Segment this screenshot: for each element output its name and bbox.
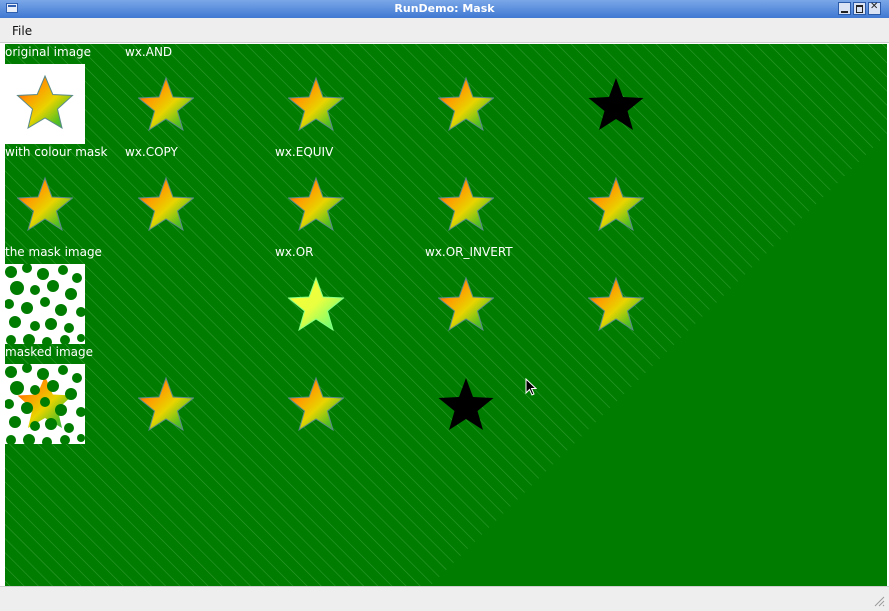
status-bar: [0, 586, 889, 611]
label-wx-and: wx.AND: [125, 45, 173, 59]
drawing-canvas: original image wx.AND with colour mask w…: [5, 44, 887, 586]
star-icon: [438, 378, 494, 430]
star-icon: [288, 176, 344, 232]
label-with-colour-mask: with colour mask: [5, 145, 108, 159]
menu-bar: File: [0, 18, 889, 43]
star-icon: [438, 176, 494, 232]
label-mask-image: the mask image: [5, 245, 102, 259]
star-icon: [588, 276, 644, 332]
label-wx-copy: wx.COPY: [125, 145, 178, 159]
mask-image: [5, 264, 85, 344]
maximize-button[interactable]: [853, 2, 866, 15]
mouse-cursor-icon: [525, 378, 537, 396]
resize-grip-icon[interactable]: [873, 595, 885, 607]
star-icon: [138, 176, 194, 232]
window-title: RunDemo: Mask: [394, 2, 495, 15]
label-masked-image: masked image: [5, 345, 94, 359]
title-bar: RunDemo: Mask: [0, 0, 889, 18]
star-icon: [288, 276, 344, 332]
label-wx-or: wx.OR: [275, 245, 314, 259]
star-icon: [588, 78, 644, 130]
star-icon: [438, 76, 494, 132]
label-wx-or-invert: wx.OR_INVERT: [425, 245, 513, 259]
star-icon: [288, 376, 344, 432]
minimize-button[interactable]: [838, 2, 851, 15]
menu-file[interactable]: File: [12, 24, 32, 38]
star-icon: [17, 176, 73, 232]
label-original-image: original image: [5, 45, 92, 59]
close-button[interactable]: [868, 1, 881, 15]
star-icon: [588, 176, 644, 232]
star-icon: [438, 276, 494, 332]
star-icon: [138, 76, 194, 132]
original-image: [5, 64, 85, 144]
label-wx-equiv: wx.EQUIV: [275, 145, 334, 159]
star-icon: [288, 76, 344, 132]
masked-image: [5, 364, 85, 444]
star-icon: [138, 376, 194, 432]
